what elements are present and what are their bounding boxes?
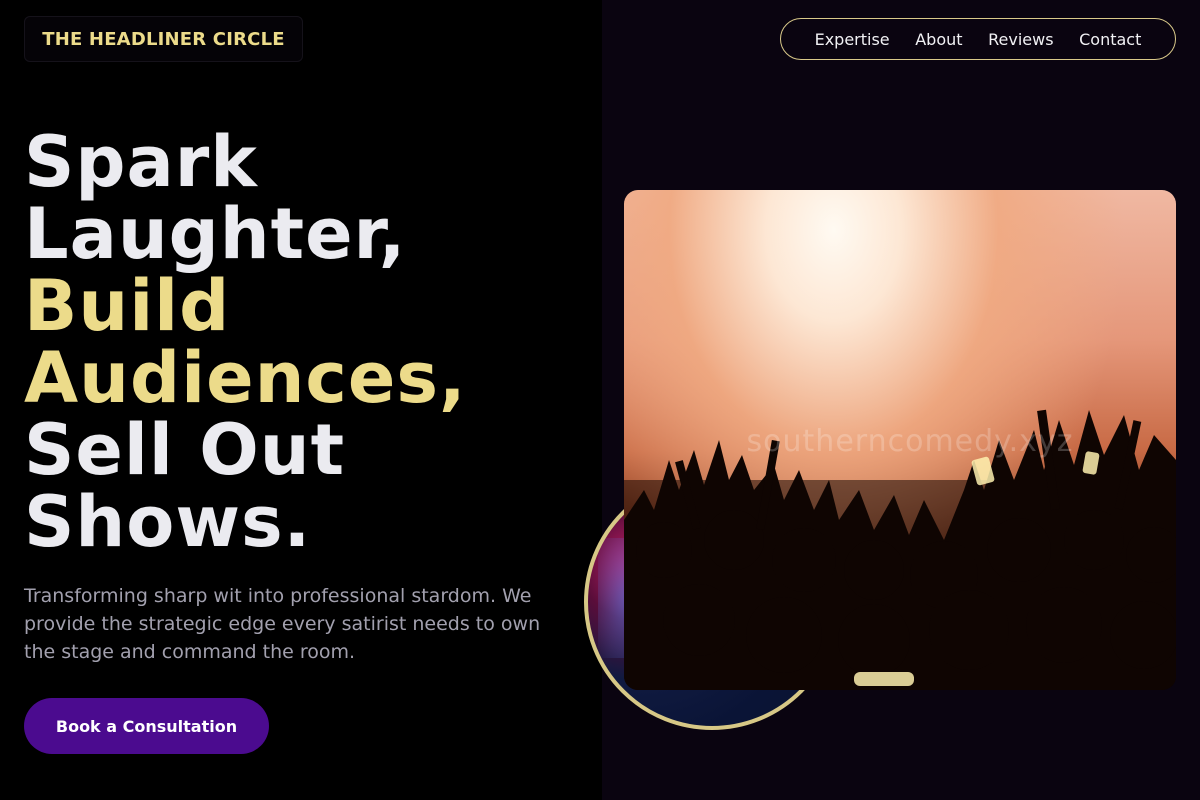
nav-link-about[interactable]: About	[915, 30, 962, 49]
brand-logo-text: THE HEADLINER CIRCLE	[42, 28, 285, 50]
headline-line-3: Build	[24, 265, 231, 347]
concert-crowd-photo: southerncomedy.xyz	[624, 190, 1176, 690]
headline-line-4: Audiences,	[24, 337, 467, 419]
book-consultation-button[interactable]: Book a Consultation	[24, 698, 269, 754]
image-watermark: southerncomedy.xyz	[746, 424, 1074, 459]
hero-headline: Spark Laughter, Build Audiences, Sell Ou…	[24, 126, 584, 558]
headline-line-2: Laughter,	[24, 193, 407, 275]
headline-line-5: Sell Out	[24, 409, 346, 491]
nav-link-expertise[interactable]: Expertise	[815, 30, 890, 49]
brand-logo[interactable]: THE HEADLINER CIRCLE	[24, 16, 303, 62]
nav-link-reviews[interactable]: Reviews	[988, 30, 1053, 49]
headline-line-6: Shows.	[24, 481, 312, 563]
nav-link-contact[interactable]: Contact	[1079, 30, 1141, 49]
main-nav: Expertise About Reviews Contact	[780, 18, 1176, 60]
headline-line-1: Spark	[24, 121, 258, 203]
hero-subtext: Transforming sharp wit into professional…	[24, 585, 541, 663]
